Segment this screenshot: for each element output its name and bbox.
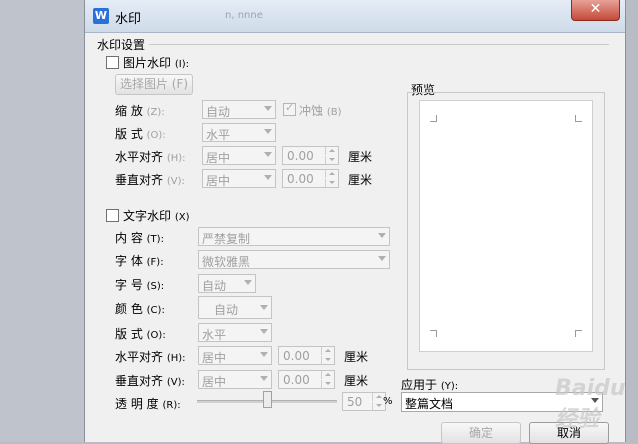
- corner-mark-icon: [575, 115, 582, 122]
- washout-checkbox[interactable]: [283, 101, 296, 116]
- color-label: 颜 色 (C):: [115, 302, 165, 316]
- transparency-unit: %: [383, 396, 393, 407]
- spin-down-icon[interactable]: [325, 179, 338, 187]
- text-layout-select[interactable]: 水平: [198, 323, 272, 342]
- picture-halign-unit: 厘米: [348, 150, 373, 164]
- text-watermark-checkbox[interactable]: [106, 209, 119, 222]
- text-watermark-label: 文字水印 (X): [123, 209, 190, 223]
- content-select[interactable]: 严禁复制: [198, 227, 390, 246]
- text-halign-label: 水平对齐 (H):: [115, 350, 186, 364]
- chevron-down-icon: [264, 106, 272, 111]
- color-select[interactable]: 自动: [198, 296, 272, 319]
- picture-layout-label: 版 式 (O):: [115, 127, 166, 141]
- chevron-down-icon: [378, 256, 386, 261]
- background-area: [0, 0, 84, 442]
- apply-to-label: 应用于 (Y):: [401, 378, 459, 392]
- text-halign-select[interactable]: 居中: [198, 346, 272, 365]
- corner-mark-icon: [430, 330, 437, 337]
- preview-page: [419, 100, 593, 352]
- dialog-title: 水印: [115, 12, 142, 27]
- spin-up-icon[interactable]: [321, 371, 334, 379]
- spin-up-icon[interactable]: [325, 170, 338, 178]
- chevron-down-icon: [244, 280, 252, 285]
- picture-halign-label: 水平对齐 (H):: [115, 150, 186, 164]
- content-label: 内 容 (T):: [115, 231, 164, 245]
- corner-mark-icon: [575, 330, 582, 337]
- chevron-down-icon: [260, 352, 268, 357]
- group-label: 水印设置: [97, 38, 146, 52]
- select-picture-button[interactable]: 选择图片 (F): [115, 74, 193, 95]
- scale-label: 缩 放 (Z):: [115, 104, 165, 118]
- wps-app-icon: W: [93, 8, 109, 24]
- picture-halign-offset[interactable]: 0.00: [282, 146, 339, 165]
- chevron-down-icon: [260, 329, 268, 334]
- picture-valign-label: 垂直对齐 (V):: [115, 173, 185, 187]
- chevron-down-icon: [264, 175, 272, 180]
- size-label: 字 号 (S):: [115, 278, 165, 292]
- group-divider: [149, 44, 609, 45]
- text-valign-offset[interactable]: 0.00: [278, 370, 335, 389]
- spin-up-icon[interactable]: [321, 347, 334, 355]
- text-valign-select[interactable]: 居中: [198, 370, 272, 389]
- title-bar[interactable]: W 水印 n, nnne ✕: [85, 0, 625, 33]
- text-layout-label: 版 式 (O):: [115, 327, 166, 341]
- spin-down-icon[interactable]: [321, 356, 334, 364]
- picture-valign-offset[interactable]: 0.00: [282, 169, 339, 188]
- washout-label: 冲蚀 (B): [299, 104, 342, 118]
- text-halign-unit: 厘米: [344, 350, 369, 364]
- baidu-watermark-logo: Baidu 经验: [555, 376, 626, 432]
- transparency-label: 透 明 度 (R):: [115, 397, 181, 411]
- font-select[interactable]: 微软雅黑: [198, 250, 390, 269]
- font-label: 字 体 (F):: [115, 254, 164, 268]
- preview-panel: [407, 92, 605, 370]
- picture-valign-select[interactable]: 居中: [202, 169, 276, 188]
- picture-valign-unit: 厘米: [348, 173, 373, 187]
- chevron-down-icon: [264, 152, 272, 157]
- scale-select[interactable]: 自动: [202, 100, 276, 119]
- transparency-value[interactable]: 50: [342, 392, 386, 411]
- spin-down-icon[interactable]: [321, 380, 334, 388]
- chevron-down-icon: [264, 129, 272, 134]
- ok-button[interactable]: 确定: [441, 422, 521, 444]
- chevron-down-icon: [378, 233, 386, 238]
- corner-mark-icon: [430, 115, 437, 122]
- text-valign-label: 垂直对齐 (V):: [115, 374, 185, 388]
- picture-watermark-label: 图片水印 (I):: [123, 56, 189, 70]
- spin-down-icon[interactable]: [325, 156, 338, 164]
- background-window-text: n, nnne: [225, 10, 263, 21]
- watermark-dialog: W 水印 n, nnne ✕ 水印设置 图片水印 (I): 选择图片 (F) 缩…: [84, 0, 626, 444]
- picture-watermark-checkbox[interactable]: [106, 56, 119, 69]
- close-button[interactable]: ✕: [571, 0, 620, 21]
- spin-up-icon[interactable]: [325, 147, 338, 155]
- text-halign-offset[interactable]: 0.00: [278, 346, 335, 365]
- picture-halign-select[interactable]: 居中: [202, 146, 276, 165]
- picture-layout-select[interactable]: 水平: [202, 123, 276, 142]
- text-valign-unit: 厘米: [344, 374, 369, 388]
- transparency-slider-thumb[interactable]: [262, 391, 272, 408]
- chevron-down-icon: [260, 305, 268, 310]
- chevron-down-icon: [260, 376, 268, 381]
- size-select[interactable]: 自动: [198, 274, 256, 293]
